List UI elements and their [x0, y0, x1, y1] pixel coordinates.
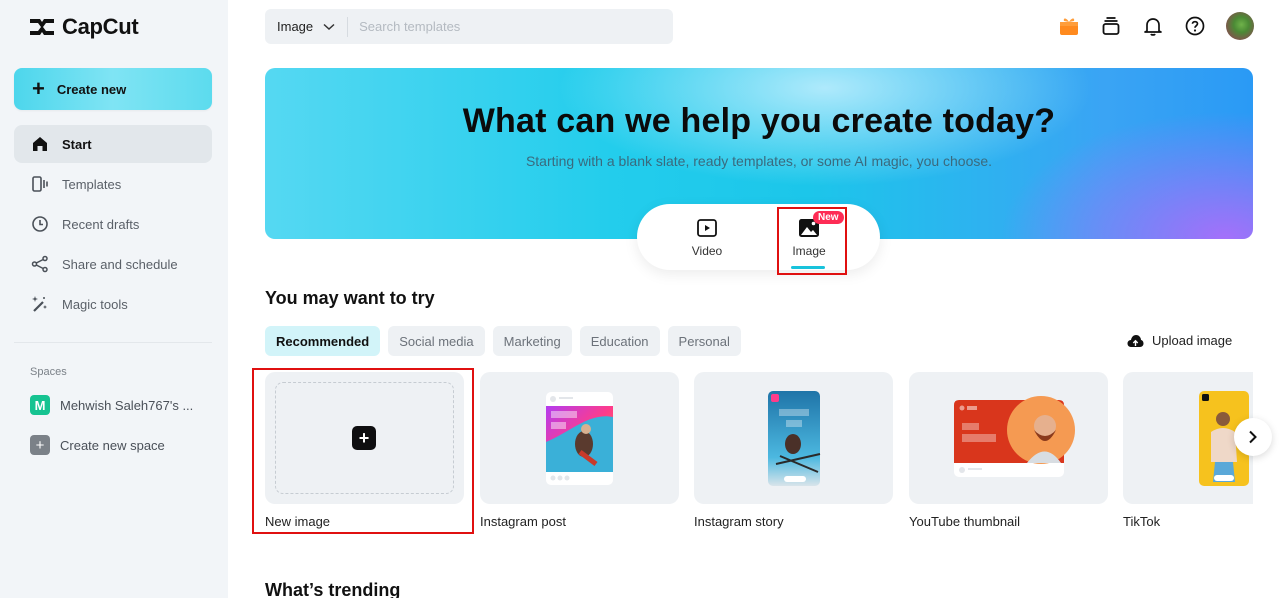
- chip-personal[interactable]: Personal: [667, 326, 741, 356]
- sidebar-item-templates[interactable]: Templates: [14, 165, 212, 203]
- tab-label: Video: [691, 244, 723, 258]
- share-icon: [31, 255, 48, 273]
- card-label: YouTube thumbnail: [909, 514, 1021, 529]
- upload-image-button[interactable]: Upload image: [1127, 333, 1232, 348]
- chevron-down-icon: [323, 23, 335, 30]
- category-chips: Recommended Social media Marketing Educa…: [265, 326, 741, 356]
- tab-image[interactable]: Image: [779, 218, 839, 258]
- card-label: New image: [265, 514, 331, 529]
- card-instagram-story[interactable]: Instagram story: [694, 372, 893, 529]
- chip-social-media[interactable]: Social media: [388, 326, 485, 356]
- create-new-space-label: Create new space: [60, 437, 165, 453]
- sidebar-nav: Start Templates Recent drafts Share and …: [14, 125, 212, 325]
- notifications-button[interactable]: [1142, 15, 1164, 37]
- card-label: TikTok: [1123, 514, 1161, 529]
- search-input[interactable]: [348, 19, 649, 34]
- plus-icon: +: [352, 426, 376, 450]
- instagram-story-preview-image: [768, 391, 821, 486]
- card-tiktok[interactable]: TikTok: [1123, 372, 1253, 529]
- wallet-icon: [1102, 17, 1120, 35]
- sidebar-item-label: Share and schedule: [62, 256, 178, 272]
- help-button[interactable]: [1184, 15, 1206, 37]
- search-bar: Image: [265, 9, 673, 44]
- card-label: Instagram story: [694, 514, 784, 529]
- card-thumbnail: +: [265, 372, 464, 504]
- sidebar-item-label: Templates: [62, 176, 122, 192]
- avatar[interactable]: [1226, 12, 1254, 40]
- space-avatar: M: [30, 395, 50, 415]
- instagram-post-preview-image: [546, 392, 613, 485]
- magic-wand-icon: [32, 296, 47, 312]
- sidebar-item-share-and-schedule[interactable]: Share and schedule: [14, 245, 212, 283]
- chip-education[interactable]: Education: [579, 326, 660, 356]
- sidebar-item-start[interactable]: Start: [14, 125, 212, 163]
- template-cards: + New image Instagram post Instagram sto…: [265, 372, 1253, 542]
- new-badge: New: [813, 211, 844, 224]
- space-item[interactable]: M Mehwish Saleh767's ...: [30, 395, 193, 415]
- bell-icon: [1144, 18, 1162, 36]
- capcut-logo[interactable]: CapCut: [28, 14, 139, 40]
- hero-title: What can we help you create today?: [462, 102, 1056, 140]
- create-new-space-button[interactable]: + Create new space: [30, 435, 165, 455]
- gift-button[interactable]: [1058, 15, 1080, 37]
- section-title-suggestions: You may want to try: [265, 288, 435, 308]
- help-icon: [1185, 16, 1205, 36]
- wallet-button[interactable]: [1100, 15, 1122, 37]
- youtube-thumbnail-preview-image: [954, 396, 1075, 477]
- spaces-heading: Spaces: [30, 366, 67, 378]
- chip-marketing[interactable]: Marketing: [492, 326, 572, 356]
- sidebar-item-label: Start: [62, 136, 92, 152]
- section-title-trending: What’s trending: [265, 580, 401, 598]
- video-icon: [697, 219, 717, 237]
- create-new-label: Create new: [56, 81, 127, 97]
- card-youtube-thumbnail[interactable]: YouTube thumbnail: [909, 372, 1108, 529]
- search-type-dropdown[interactable]: Image: [265, 9, 347, 44]
- plus-icon: +: [32, 76, 45, 101]
- cloud-upload-icon: [1127, 334, 1144, 347]
- plus-icon: +: [30, 435, 50, 455]
- card-thumbnail: [694, 372, 893, 504]
- card-instagram-post[interactable]: Instagram post: [480, 372, 679, 529]
- sidebar-item-label: Magic tools: [62, 296, 128, 312]
- search-type-value: Image: [277, 19, 314, 34]
- chevron-right-icon: [1249, 430, 1257, 444]
- card-thumbnail: [480, 372, 679, 504]
- sidebar-divider: [14, 342, 212, 343]
- active-tab-indicator: [791, 266, 825, 269]
- home-icon: [33, 137, 47, 151]
- sidebar: CapCut + Create new Start Templates Rece…: [0, 0, 228, 598]
- hero-subtitle: Starting with a blank slate, ready templ…: [525, 153, 993, 169]
- templates-icon: [32, 176, 48, 192]
- tab-video[interactable]: Video: [677, 218, 737, 258]
- sidebar-item-label: Recent drafts: [62, 216, 140, 232]
- card-new-image[interactable]: + New image: [265, 372, 464, 529]
- card-label: Instagram post: [480, 514, 566, 529]
- capcut-logo-icon: [30, 19, 54, 35]
- sidebar-item-recent-drafts[interactable]: Recent drafts: [14, 205, 212, 243]
- chip-recommended[interactable]: Recommended: [265, 326, 381, 356]
- clock-icon: [32, 216, 48, 232]
- carousel-next-button[interactable]: [1234, 418, 1272, 456]
- create-new-button[interactable]: + Create new: [14, 68, 212, 110]
- capcut-app: CapCut + Create new Start Templates Rece…: [0, 0, 1280, 598]
- top-toolbar: [1058, 12, 1254, 40]
- card-thumbnail: [909, 372, 1108, 504]
- space-name: Mehwish Saleh767's ...: [60, 397, 194, 413]
- app-name: CapCut: [62, 14, 139, 39]
- upload-image-label: Upload image: [1152, 333, 1233, 348]
- tab-label: Image: [792, 244, 826, 258]
- mode-switcher: Video Image New: [637, 204, 880, 270]
- gift-icon: [1060, 18, 1078, 35]
- sidebar-item-magic-tools[interactable]: Magic tools: [14, 285, 212, 323]
